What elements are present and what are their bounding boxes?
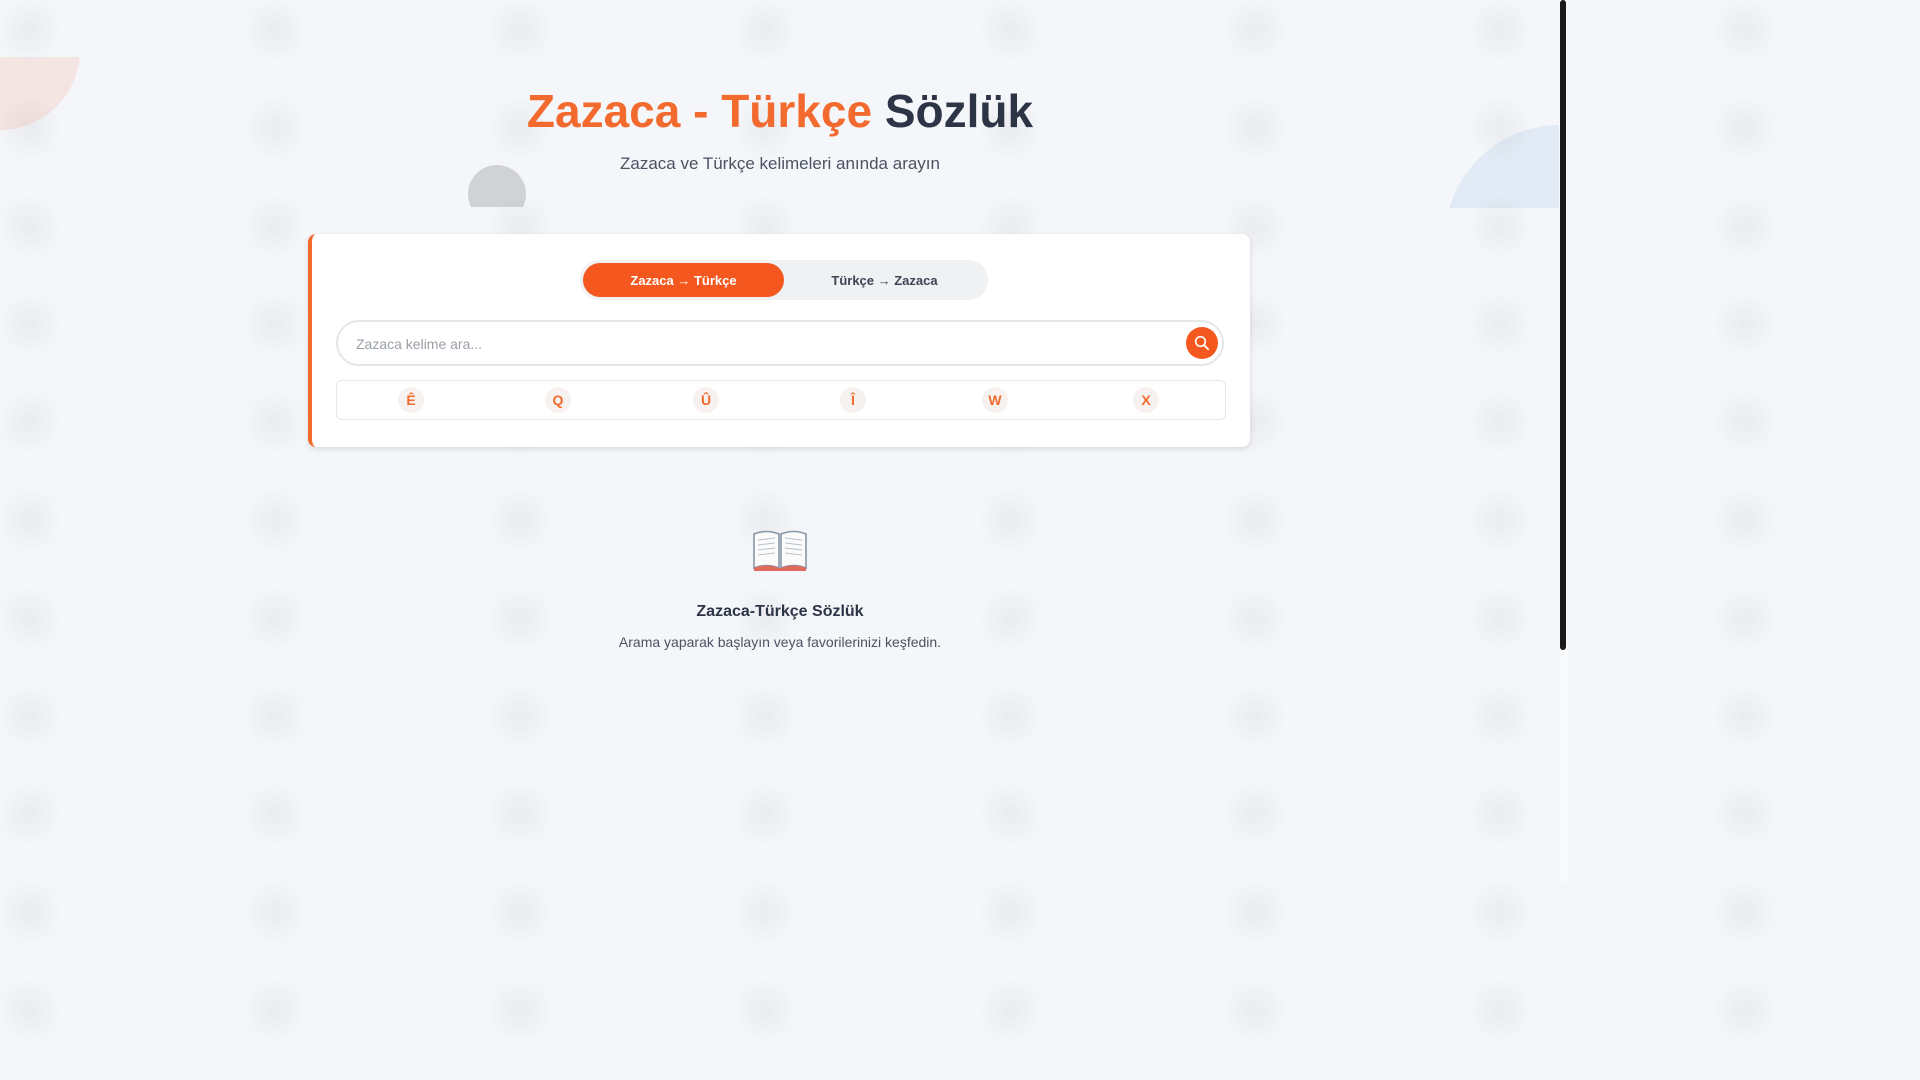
scrollbar-thumb[interactable] bbox=[1560, 0, 1566, 650]
open-book-icon bbox=[753, 530, 807, 571]
search-input[interactable] bbox=[354, 322, 1178, 366]
letter-q-button[interactable]: Q bbox=[545, 387, 571, 413]
search-icon bbox=[1194, 335, 1210, 351]
title-accent: Zazaca - Türkçe bbox=[526, 85, 873, 137]
direction-toggle: Zazaca → Türkçe Türkçe → Zazaca bbox=[580, 260, 988, 300]
toggle-turkish-to-zaza[interactable]: Türkçe → Zazaca bbox=[784, 263, 985, 297]
title-dark: Sözlük bbox=[884, 85, 1034, 137]
letter-w-button[interactable]: W bbox=[982, 387, 1008, 413]
page-subtitle: Zazaca ve Türkçe kelimeleri anında arayı… bbox=[619, 154, 940, 173]
special-letters-bar: Ê Q Û Î W X bbox=[336, 380, 1226, 420]
letter-e-circumflex-button[interactable]: Ê bbox=[398, 387, 424, 413]
letter-i-circumflex-button[interactable]: Î bbox=[840, 387, 866, 413]
page: Zazaca - Türkçe Sözlük Zazaca ve Türkçe … bbox=[0, 0, 1568, 882]
letter-x-button[interactable]: X bbox=[1133, 387, 1159, 413]
empty-state-title: Zazaca-Türkçe Sözlük bbox=[696, 603, 864, 620]
toggle-zaza-to-turkish[interactable]: Zazaca → Türkçe bbox=[583, 263, 784, 297]
search-box bbox=[336, 320, 1224, 366]
search-card: Zazaca → Türkçe Türkçe → Zazaca Ê Q Û Î … bbox=[308, 234, 1250, 447]
search-button[interactable] bbox=[1186, 327, 1218, 359]
empty-state-text: Arama yaparak başlayın veya favorilerini… bbox=[618, 634, 942, 650]
letter-u-circumflex-button[interactable]: Û bbox=[693, 387, 719, 413]
page-title: Zazaca - Türkçe Sözlük bbox=[0, 84, 1560, 138]
